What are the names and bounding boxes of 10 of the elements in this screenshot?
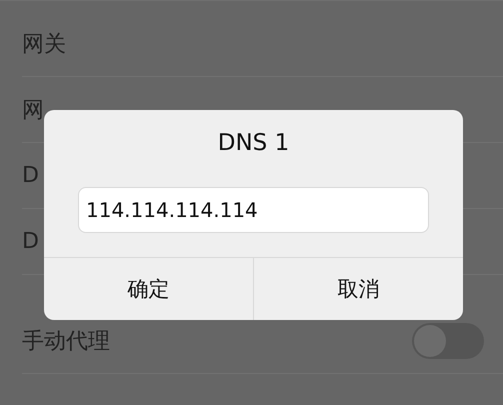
- setting-label: 网: [22, 96, 44, 124]
- setting-label: 手动代理: [22, 328, 110, 356]
- dialog-button[interactable]: 取消: [253, 258, 463, 320]
- dialog-button[interactable]: 确定: [44, 258, 253, 320]
- dialog-title: DNS 1: [216, 129, 290, 158]
- toggle-switch[interactable]: [412, 322, 484, 358]
- setting-label: D: [22, 163, 39, 188]
- input-field[interactable]: 114.114.114.114: [78, 187, 429, 233]
- setting-label: D: [22, 229, 39, 254]
- setting-label: 网关: [22, 30, 66, 58]
